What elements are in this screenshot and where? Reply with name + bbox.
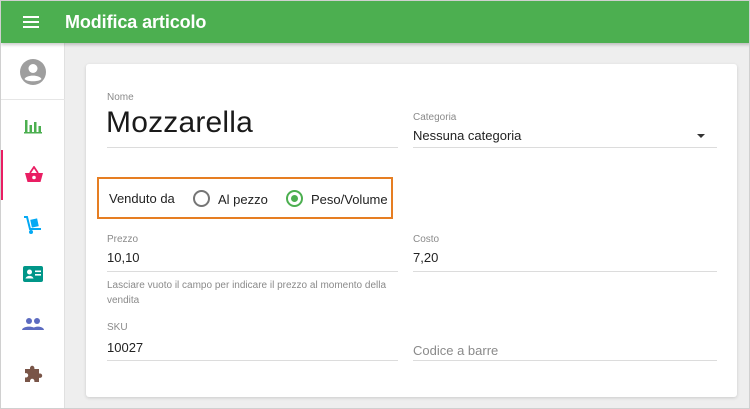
category-select[interactable]: Nessuna categoria bbox=[413, 128, 521, 143]
sidebar-item-customers[interactable] bbox=[1, 249, 65, 299]
radio-weight-volume-label[interactable]: Peso/Volume bbox=[311, 192, 388, 207]
radio-per-piece[interactable] bbox=[193, 190, 210, 207]
barcode-underline bbox=[413, 360, 717, 361]
radio-per-piece-label[interactable]: Al pezzo bbox=[218, 192, 268, 207]
sold-by-label: Venduto da bbox=[109, 191, 175, 206]
category-label: Categoria bbox=[413, 112, 457, 123]
dropdown-arrow-icon[interactable] bbox=[697, 134, 705, 138]
sidebar-item-statistics[interactable] bbox=[1, 101, 65, 151]
sku-input[interactable]: 10027 bbox=[107, 340, 143, 355]
radio-weight-volume[interactable] bbox=[286, 190, 303, 207]
price-underline bbox=[107, 271, 398, 272]
basket-icon bbox=[25, 166, 43, 182]
cost-input[interactable]: 7,20 bbox=[413, 250, 438, 265]
contact-card-icon bbox=[23, 266, 43, 282]
sold-by-group: Venduto da Al pezzo Peso/Volume bbox=[97, 177, 393, 219]
price-label: Prezzo bbox=[107, 234, 139, 245]
puzzle-icon bbox=[25, 365, 43, 382]
sidebar-item-products[interactable] bbox=[1, 150, 65, 200]
name-input[interactable]: Mozzarella bbox=[106, 106, 253, 140]
cost-label: Costo bbox=[413, 234, 440, 245]
sku-underline bbox=[107, 360, 398, 361]
sidebar-item-employees[interactable] bbox=[1, 299, 65, 349]
name-underline bbox=[107, 147, 398, 148]
bar-chart-icon bbox=[24, 120, 42, 134]
item-edit-card: Nome Mozzarella Categoria Nessuna catego… bbox=[86, 64, 737, 397]
cost-underline bbox=[413, 271, 717, 272]
app-frame: Modifica articolo Nome Mozzarella Catego… bbox=[0, 0, 750, 409]
sku-label: SKU bbox=[107, 322, 128, 333]
page-title: Modifica articolo bbox=[65, 11, 207, 32]
app-bar: Modifica articolo bbox=[1, 1, 749, 43]
price-helper-text: Lasciare vuoto il campo per indicare il … bbox=[107, 280, 387, 306]
menu-button[interactable] bbox=[1, 1, 61, 43]
barcode-input[interactable]: Codice a barre bbox=[413, 343, 498, 358]
sidebar bbox=[1, 43, 65, 408]
sidebar-item-inventory[interactable] bbox=[1, 200, 65, 250]
sidebar-item-addons[interactable] bbox=[1, 349, 65, 399]
sidebar-item-account[interactable] bbox=[1, 47, 65, 97]
price-input[interactable]: 10,10 bbox=[107, 250, 140, 265]
hand-truck-icon bbox=[24, 216, 41, 234]
account-icon bbox=[20, 59, 46, 85]
name-label: Nome bbox=[107, 92, 134, 103]
people-icon bbox=[22, 318, 44, 330]
menu-icon bbox=[23, 16, 39, 28]
category-underline bbox=[413, 147, 717, 148]
